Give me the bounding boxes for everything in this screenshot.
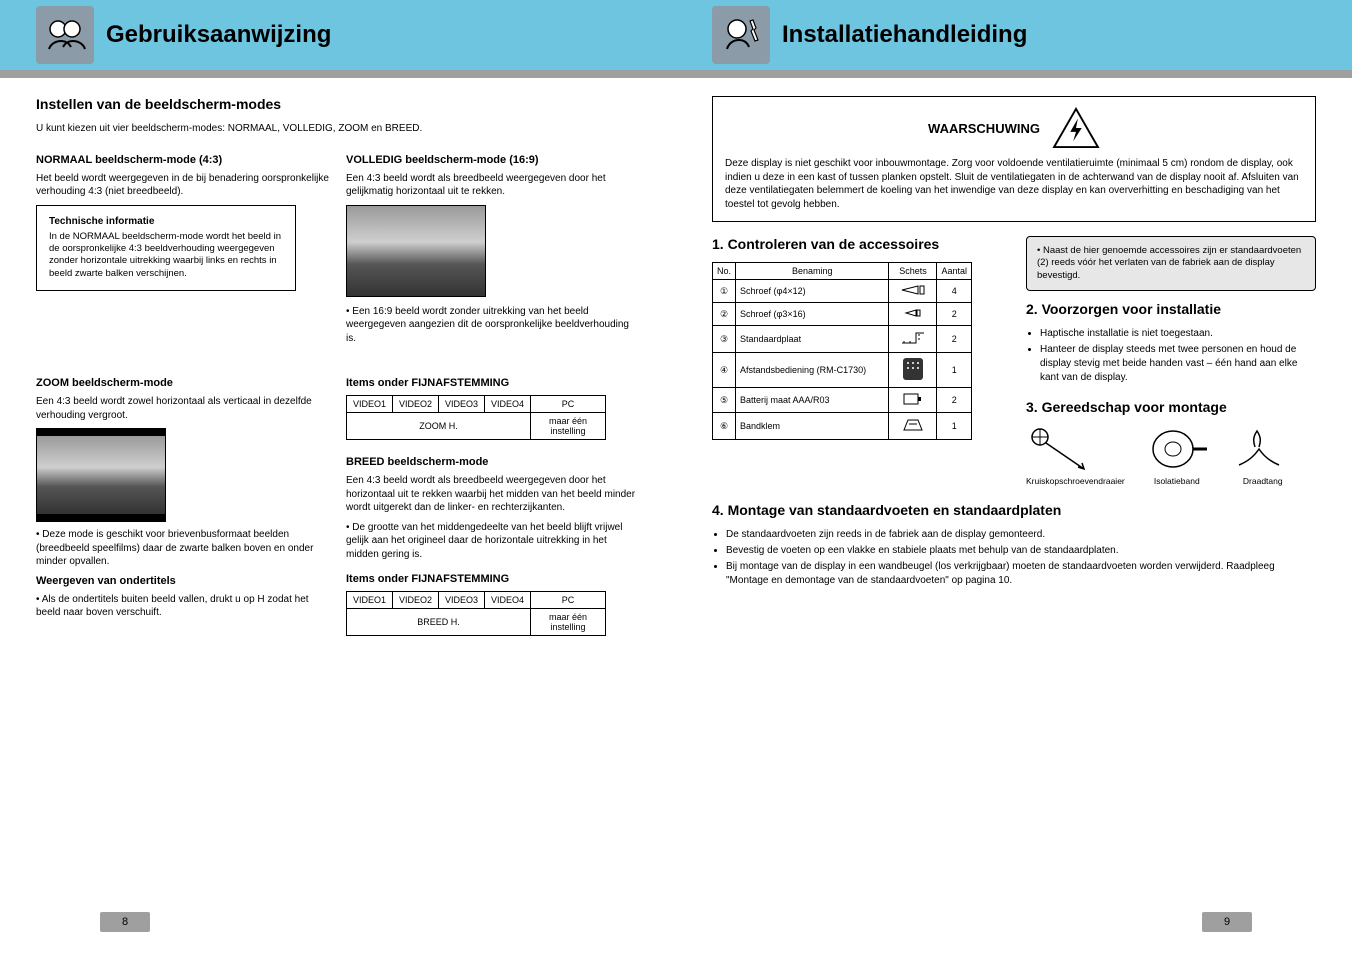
header-divider	[0, 70, 1352, 78]
sec2-title: 2. Voorzorgen voor installatie	[1026, 301, 1316, 317]
screwdriver-icon	[1026, 425, 1094, 473]
volledig-example-image	[346, 205, 486, 297]
zoom-example-image	[36, 428, 166, 522]
header-right: Installatiehandleiding	[676, 0, 1352, 70]
table-row: ② Schroef (φ3×16) 2	[713, 303, 972, 326]
table-row: ① Schroef (φ4×12) 4	[713, 280, 972, 303]
normaal-heading: NORMAAL beeldscherm-mode (4:3)	[36, 154, 330, 166]
modes-row-1: NORMAAL beeldscherm-mode (4:3) Het beeld…	[36, 142, 640, 205]
bracket-icon	[900, 329, 926, 349]
header-left: Gebruiksaanwijzing	[0, 0, 676, 70]
tool-tape: Isolatieband	[1143, 425, 1211, 486]
page-body: Gebruiksaanwijzing Installatiehandleidin…	[0, 78, 1352, 898]
zoom-heading: ZOOM beeldscherm-mode	[36, 377, 330, 389]
acc-head-shape: Schets	[889, 263, 937, 280]
volledig-text: Een 4:3 beeld wordt als breedbeeld weerg…	[346, 172, 640, 199]
battery-icon	[902, 391, 924, 409]
table-row: ③ Standaardplaat 2	[713, 326, 972, 353]
table-row: ④ Afstandsbediening (RM-C1730) 1	[713, 353, 972, 388]
pliers-icon	[1229, 425, 1297, 473]
list-item: Haptische installatie is niet toegestaan…	[1040, 327, 1316, 341]
breed-text2: • De grootte van het middengedeelte van …	[346, 521, 640, 562]
breed-heading: BREED beeldscherm-mode	[346, 456, 640, 468]
acc-head-name: Benaming	[736, 263, 889, 280]
sec4-title: 4. Montage van standaardvoeten en standa…	[712, 502, 1316, 518]
tool-screwdriver: Kruiskopschroevendraaier	[1026, 425, 1125, 486]
ft2-h2: VIDEO2	[393, 592, 439, 609]
precaution-list: Haptische installatie is niet toegestaan…	[1040, 327, 1316, 385]
table-row: ⑥ Bandklem 1	[713, 413, 972, 440]
note-text: • Naast de hier genoemde accessoires zij…	[1037, 245, 1301, 281]
clamp-icon	[901, 416, 925, 436]
ft2-h5: PC	[531, 592, 606, 609]
normaal-text: Het beeld wordt weergegeven in de bij be…	[36, 172, 330, 199]
warning-title: WAARSCHUWING	[928, 121, 1040, 136]
remote-icon	[899, 356, 927, 384]
section-title-screen-modes: Instellen van de beeldscherm-modes	[36, 96, 640, 112]
top-header-bar: Gebruiksaanwijzing Installatiehandleidin…	[0, 0, 1352, 70]
page-number-right: 9	[1202, 912, 1252, 932]
modes-row-3: ZOOM beeldscherm-mode Een 4:3 beeld word…	[36, 365, 640, 644]
sec3-title: 3. Gereedschap voor montage	[1026, 399, 1316, 415]
zoom-text: Een 4:3 beeld wordt zowel horizontaal al…	[36, 395, 330, 422]
fijn-table-title-1: Items onder FIJNAFSTEMMING	[346, 377, 640, 389]
right-split: 1. Controleren van de accessoires No. Be…	[712, 236, 1316, 486]
warning-box: WAARSCHUWING Deze display is niet geschi…	[712, 96, 1316, 222]
zoom-tip: • Deze mode is geschikt voor brievenbusf…	[36, 528, 330, 569]
table-row: ⑤ Batterij maat AAA/R03 2	[713, 388, 972, 413]
modes-row-2: Technische informatie In de NORMAAL beel…	[36, 205, 640, 352]
left-page: Gebruiksaanwijzing Installatiehandleidin…	[0, 78, 676, 898]
subtitle-heading: Weergeven van ondertitels	[36, 575, 330, 587]
list-item: Bevestig de voeten op een vlakke en stab…	[726, 544, 1316, 558]
volledig-heading: VOLLEDIG beeldscherm-mode (16:9)	[346, 154, 640, 166]
intro-text: U kunt kiezen uit vier beeldscherm-modes…	[36, 122, 640, 136]
screw-icon	[900, 283, 926, 299]
page-footer: 8 9	[0, 898, 1352, 938]
sec1-title: 1. Controleren van de accessoires	[712, 236, 1002, 252]
fijn-table-2: VIDEO1 VIDEO2 VIDEO3 VIDEO4 PC BREED H. …	[346, 591, 606, 636]
header-title-left: Gebruiksaanwijzing	[106, 21, 331, 49]
tool-pliers: Draadtang	[1229, 425, 1297, 486]
accessories-table: No. Benaming Schets Aantal ① Schroef (φ4…	[712, 262, 972, 440]
ft1-h3: VIDEO3	[439, 396, 485, 413]
acc-head-qty: Aantal	[937, 263, 972, 280]
list-item: Hanteer de display steeds met twee perso…	[1040, 343, 1316, 385]
ft1-h1: VIDEO1	[347, 396, 393, 413]
ft1-h2: VIDEO2	[393, 396, 439, 413]
header-title-right: Installatiehandleiding	[782, 21, 1027, 49]
note-box: • Naast de hier genoemde accessoires zij…	[1026, 236, 1316, 291]
high-voltage-icon	[1052, 107, 1100, 149]
ft2-h3: VIDEO3	[439, 592, 485, 609]
tape-icon	[1143, 425, 1211, 473]
volledig-tip: • Een 16:9 beeld wordt zonder uitrekking…	[346, 305, 640, 346]
tools-row: Kruiskopschroevendraaier Isolatieband Dr…	[1026, 425, 1316, 486]
subtitle-tip: • Als de ondertitels buiten beeld vallen…	[36, 593, 330, 620]
user-manual-icon	[36, 6, 94, 64]
page-number-left: 8	[100, 912, 150, 932]
tech-box-body: In de NORMAAL beeldscherm-mode wordt het…	[49, 231, 283, 280]
warning-body: Deze display is niet geschikt voor inbou…	[725, 157, 1303, 211]
ft2-h4: VIDEO4	[485, 592, 531, 609]
acc-head-no: No.	[713, 263, 736, 280]
tech-box-title: Technische informatie	[49, 216, 283, 227]
ft2-c1: BREED H.	[347, 609, 531, 636]
installer-icon	[712, 6, 770, 64]
ft1-h4: VIDEO4	[485, 396, 531, 413]
breed-text: Een 4:3 beeld wordt als breedbeeld weerg…	[346, 474, 640, 515]
fijn-table-title-2: Items onder FIJNAFSTEMMING	[346, 573, 640, 585]
ft2-c2: maar één instelling	[531, 609, 606, 636]
ft1-h5: PC	[531, 396, 606, 413]
fijn-table-1: VIDEO1 VIDEO2 VIDEO3 VIDEO4 PC ZOOM H. m…	[346, 395, 606, 440]
technical-info-box: Technische informatie In de NORMAAL beel…	[36, 205, 296, 291]
screw-small-icon	[904, 306, 922, 322]
right-page: Gebruiksaanwijzing Installatiehandleidin…	[676, 78, 1352, 898]
list-item: Bij montage van de display in een wandbe…	[726, 560, 1316, 588]
ft1-c1: ZOOM H.	[347, 413, 531, 440]
list-item: De standaardvoeten zijn reeds in de fabr…	[726, 528, 1316, 542]
ft1-c2: maar één instelling	[531, 413, 606, 440]
ft2-h1: VIDEO1	[347, 592, 393, 609]
mounting-list: De standaardvoeten zijn reeds in de fabr…	[726, 528, 1316, 588]
